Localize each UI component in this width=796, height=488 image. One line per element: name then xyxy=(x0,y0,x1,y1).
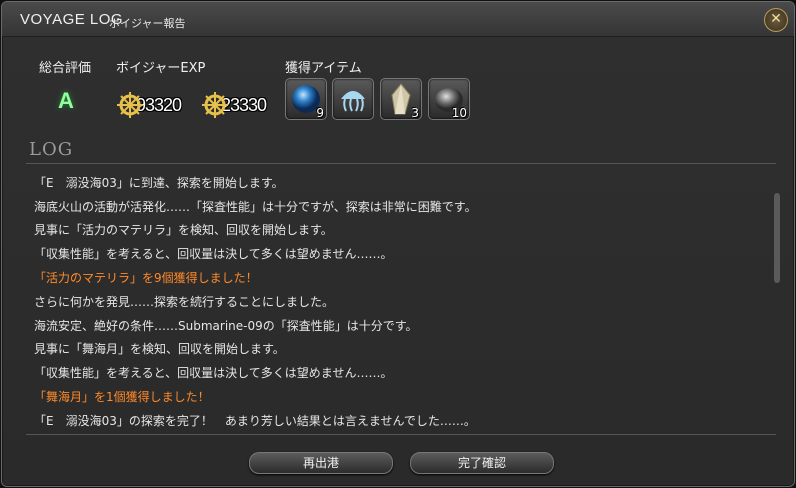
item-slot-ore[interactable]: 10 xyxy=(428,78,470,120)
ship-wheel-icon xyxy=(116,91,144,119)
log-line: 海底火山の活動が活発化……「探査性能」は十分ですが、探索は非常に困難です。 xyxy=(34,200,477,214)
bottom-divider xyxy=(26,434,776,435)
finalize-report-button[interactable]: 完了確認 xyxy=(410,452,554,474)
grade-value: A xyxy=(58,88,74,113)
jellyfish-icon xyxy=(341,91,365,112)
exp-total: 93320 xyxy=(116,90,182,120)
item-count: 10 xyxy=(451,106,467,120)
log-line: さらに何かを発見……探索を続行することにしました。 xyxy=(34,295,335,309)
redeploy-button[interactable]: 再出港 xyxy=(249,452,393,474)
window-subtitle: ボイジャー報告 xyxy=(109,17,186,30)
log-line: 「E 溺没海03」の探索を完了！ あまり芳しい結果とは言えませんでした……。 xyxy=(34,414,476,428)
item-count: 9 xyxy=(316,106,324,120)
log-divider xyxy=(26,163,776,164)
log-heading: LOG xyxy=(29,139,74,160)
voyage-log-window: VOYAGE LOG ボイジャー報告 ✕ 総合評価 A ボイジャーEXP 933… xyxy=(1,1,795,487)
log-panel[interactable]: 「E 溺没海03」に到達、探索を開始します。 海底火山の活動が活発化……「探査性… xyxy=(26,165,786,435)
exp-bonus: 23330 xyxy=(201,90,267,120)
item-count: 3 xyxy=(411,106,419,120)
log-scrollbar[interactable] xyxy=(774,193,780,283)
log-line: 「収集性能」を考えると、回収量は決して多くは望めません……。 xyxy=(34,247,393,261)
log-line-highlight: 「活力のマテリラ」を9個獲得しました！ xyxy=(34,271,258,285)
item-slot-jellyfish[interactable] xyxy=(332,78,374,120)
close-icon[interactable]: ✕ xyxy=(764,8,788,32)
item-slot-blue-orb[interactable]: 9 xyxy=(285,78,327,120)
log-line: 見事に「舞海月」を検知、回収を開始します。 xyxy=(34,342,285,356)
exp-label: ボイジャーEXP xyxy=(116,61,206,76)
log-line-highlight: 「舞海月」を1個獲得しました！ xyxy=(34,390,210,404)
log-line: 「収集性能」を考えると、回収量は決して多くは望めません……。 xyxy=(34,366,393,380)
window-title: VOYAGE LOG xyxy=(20,11,124,28)
title-bar[interactable]: VOYAGE LOG ボイジャー報告 ✕ xyxy=(2,2,794,37)
ship-wheel-icon xyxy=(201,91,229,119)
item-slot-crystal[interactable]: 3 xyxy=(380,78,422,120)
log-line: 「E 溺没海03」に到達、探索を開始します。 xyxy=(34,176,284,190)
log-line: 海流安定、絶好の条件……Submarine-09の「探査性能」は十分です。 xyxy=(34,319,418,333)
items-label: 獲得アイテム xyxy=(285,61,362,76)
grade-label: 総合評価 xyxy=(39,61,92,76)
log-line: 見事に「活力のマテリラ」を検知、回収を開始します。 xyxy=(34,223,333,237)
